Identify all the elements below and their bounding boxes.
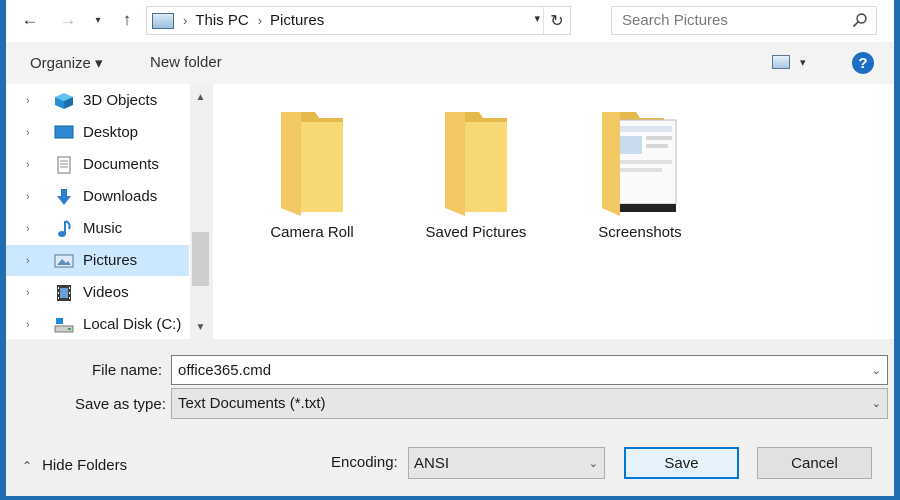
forward-button[interactable]: →	[56, 8, 80, 32]
breadcrumb-this-pc[interactable]: This PC	[195, 12, 248, 29]
scroll-down-arrow-icon[interactable]: ▼	[190, 318, 211, 336]
chevron-down-icon: ▾	[95, 14, 101, 26]
file-list: Camera Roll Saved Pictures Screenshots	[213, 84, 894, 339]
music-icon	[58, 219, 71, 237]
encoding-value: ANSI	[414, 454, 450, 472]
nav-item-label: Music	[83, 220, 123, 237]
nav-item-label: Documents	[83, 156, 159, 173]
folder-screenshots[interactable]: Screenshots	[565, 106, 715, 251]
help-icon: ?	[858, 54, 868, 72]
breadcrumb-separator-icon: ›	[257, 13, 263, 28]
local-disk-icon	[54, 317, 74, 332]
expand-chevron-icon[interactable]: ›	[26, 287, 36, 299]
refresh-icon: ↻	[550, 12, 564, 30]
nav-item-local-disk[interactable]: › Local Disk (C:)	[6, 309, 189, 340]
videos-icon	[57, 284, 71, 301]
new-folder-button[interactable]: New folder	[150, 54, 222, 71]
save-button-label: Save	[664, 454, 699, 472]
file-name-combobox[interactable]: ⌄	[171, 355, 888, 385]
address-dropdown-icon[interactable]: ▾	[534, 12, 540, 25]
save-button[interactable]: Save	[624, 447, 739, 479]
chevron-down-icon: ⌄	[588, 458, 598, 470]
folder-icon	[445, 112, 507, 216]
nav-item-pictures[interactable]: › Pictures	[6, 245, 189, 276]
nav-scrollbar[interactable]: ▲ ▼	[190, 84, 211, 339]
folder-with-screenshot-icon	[602, 112, 677, 216]
expand-chevron-icon[interactable]: ›	[26, 127, 36, 139]
cancel-button-label: Cancel	[791, 454, 838, 472]
save-form: File name: ⌄ Save as type: Text Document…	[6, 339, 894, 496]
save-as-dialog: ← → ▾ ↑ › This PC › Pictures ▾ ↻ Search …	[6, 0, 894, 496]
downloads-icon	[57, 188, 71, 205]
save-as-type-select[interactable]: Text Documents (*.txt) ⌄	[171, 388, 888, 419]
file-name-input[interactable]	[172, 356, 852, 384]
nav-item-label: Downloads	[83, 188, 158, 205]
nav-item-label: Videos	[83, 284, 129, 301]
search-box[interactable]	[611, 6, 877, 35]
save-as-type-value: Text Documents (*.txt)	[178, 395, 326, 412]
folder-icon	[281, 112, 343, 216]
chevron-down-icon: ▾	[800, 56, 806, 69]
encoding-label: Encoding:	[331, 454, 398, 471]
change-view-button[interactable]: ▾	[772, 55, 806, 69]
expand-chevron-icon[interactable]: ›	[26, 159, 36, 171]
forward-arrow-icon: →	[59, 10, 77, 29]
view-icon	[772, 55, 790, 69]
3d-objects-icon	[55, 92, 73, 109]
nav-item-music[interactable]: › Music	[6, 213, 189, 244]
recent-locations-button[interactable]: ▾	[90, 8, 106, 32]
folder-name: Camera Roll	[270, 224, 354, 241]
expand-chevron-icon[interactable]: ›	[26, 95, 36, 107]
back-button[interactable]: ←	[18, 8, 42, 32]
nav-item-desktop[interactable]: › Desktop	[6, 117, 189, 148]
this-pc-icon	[152, 12, 174, 29]
folder-camera-roll[interactable]: Camera Roll	[237, 106, 387, 251]
chevron-up-icon: ⌃	[22, 458, 33, 473]
chevron-down-icon[interactable]: ⌄	[872, 364, 881, 377]
nav-item-downloads[interactable]: › Downloads	[6, 181, 189, 212]
scrollbar-thumb[interactable]	[192, 232, 209, 286]
search-input[interactable]	[612, 7, 832, 34]
folder-saved-pictures[interactable]: Saved Pictures	[401, 106, 551, 251]
nav-item-label: 3D Objects	[83, 92, 158, 109]
folder-name: Screenshots	[598, 224, 682, 241]
address-box[interactable]: › This PC › Pictures ▾ ↻	[146, 6, 571, 35]
hide-folders-label: Hide Folders	[42, 457, 128, 474]
file-name-label: File name:	[92, 362, 163, 379]
scroll-up-arrow-icon[interactable]: ▲	[190, 88, 211, 106]
cancel-button[interactable]: Cancel	[757, 447, 872, 479]
nav-item-label: Desktop	[83, 124, 139, 141]
nav-item-videos[interactable]: › Videos	[6, 277, 189, 308]
chevron-down-icon: ⌄	[871, 398, 881, 410]
expand-chevron-icon[interactable]: ›	[26, 191, 36, 203]
up-button[interactable]: ↑	[116, 8, 138, 32]
refresh-button[interactable]: ↻	[543, 7, 570, 34]
expand-chevron-icon[interactable]: ›	[26, 223, 36, 235]
folder-name: Saved Pictures	[425, 224, 527, 241]
save-as-type-label: Save as type:	[75, 396, 166, 413]
nav-item-3d-objects[interactable]: › 3D Objects	[6, 85, 189, 116]
navigation-pane: › 3D Objects › Desktop › Documents › Dow…	[6, 84, 211, 339]
help-button[interactable]: ?	[852, 52, 874, 74]
command-toolbar: Organize ▾ New folder ▾ ?	[6, 42, 894, 84]
organize-button[interactable]: Organize ▾	[30, 54, 103, 72]
address-row: ← → ▾ ↑ › This PC › Pictures ▾ ↻	[6, 0, 894, 42]
nav-item-label: Local Disk (C:)	[83, 316, 182, 333]
pictures-icon	[54, 254, 74, 267]
nav-item-documents[interactable]: › Documents	[6, 149, 189, 180]
expand-chevron-icon[interactable]: ›	[26, 319, 36, 331]
hide-folders-button[interactable]: ⌃ Hide Folders	[22, 457, 127, 474]
breadcrumb-separator-icon: ›	[183, 13, 188, 28]
up-arrow-icon: ↑	[122, 10, 132, 29]
expand-chevron-icon[interactable]: ›	[26, 255, 36, 267]
desktop-icon	[54, 125, 74, 138]
search-icon	[852, 13, 867, 28]
documents-icon	[57, 156, 71, 173]
encoding-select[interactable]: ANSI ⌄	[408, 447, 605, 479]
back-arrow-icon: ←	[21, 10, 39, 29]
nav-item-label: Pictures	[83, 252, 138, 269]
breadcrumb-pictures[interactable]: Pictures	[270, 12, 324, 29]
